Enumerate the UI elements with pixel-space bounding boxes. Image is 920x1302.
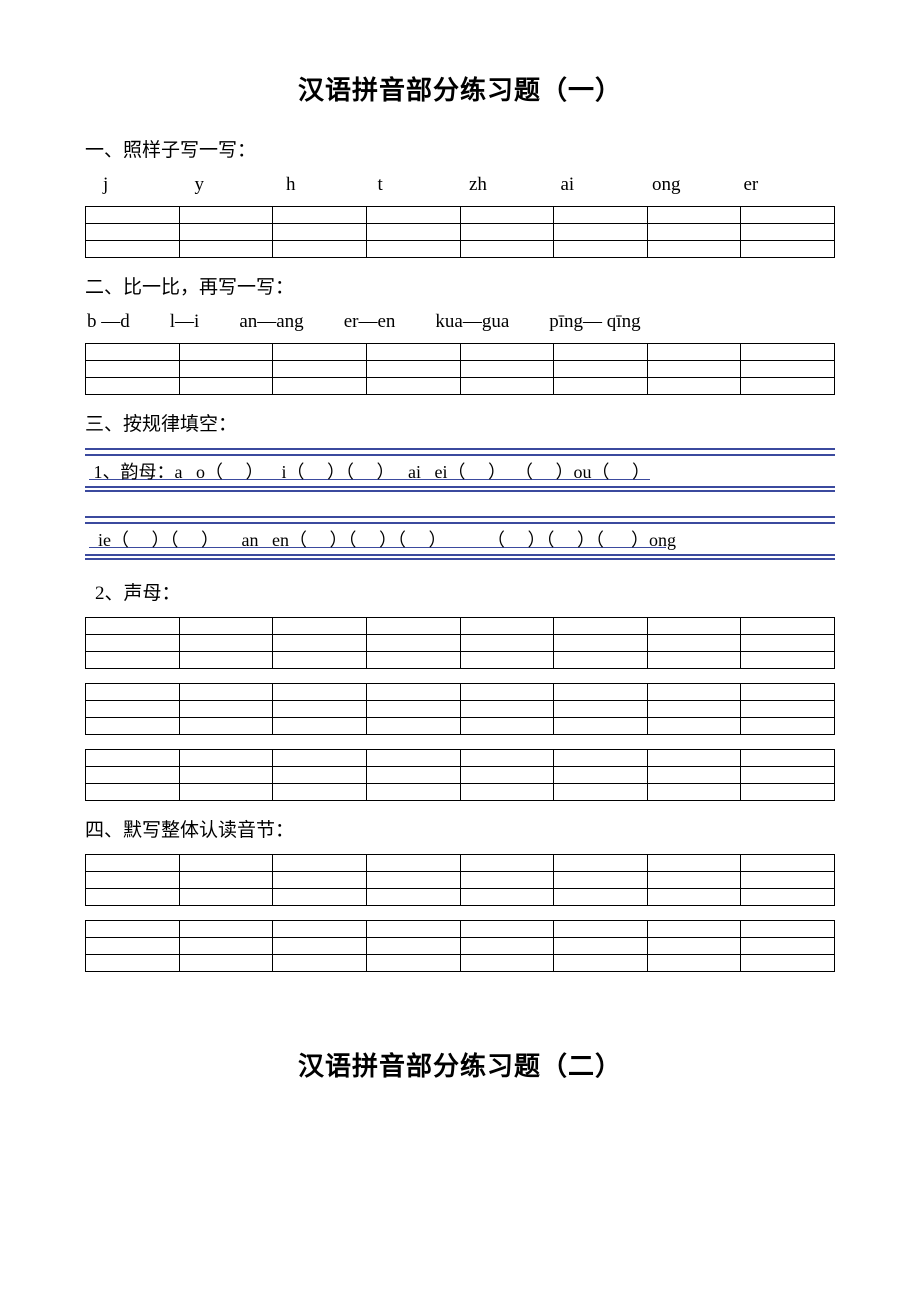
writing-grid-1 — [85, 206, 835, 258]
section-2-pairs: b —d l—i an—ang er—en kua—gua pīng— qīng — [85, 311, 835, 333]
pair-cell: l—i — [170, 311, 200, 333]
writing-grid-3b — [85, 683, 835, 735]
letter-cell: zh — [469, 174, 561, 196]
letter-cell: ong — [652, 174, 744, 196]
writing-grid-4a — [85, 854, 835, 906]
letter-cell: j — [103, 174, 195, 196]
fill-blank-text-1: 1、韵母：a o（ ） i（ ）（ ） ai ei（ ） （ ）ou（ ） — [85, 454, 835, 488]
section-2-heading: 二、比一比，再写一写： — [85, 272, 835, 299]
pair-cell: er—en — [344, 311, 396, 333]
section-4-heading: 四、默写整体认读音节： — [85, 815, 835, 842]
fill-blank-text-2: ie（ ）（ ） an en（ ）（ ）（ ） （ ）（ ）（ ）ong — [85, 522, 835, 556]
page-title-2: 汉语拼音部分练习题（二） — [85, 1046, 835, 1083]
fill-blank-line-1: 1、韵母：a o（ ） i（ ）（ ） ai ei（ ） （ ）ou（ ） — [85, 448, 835, 492]
pair-cell: b —d — [87, 311, 130, 333]
letter-cell: t — [378, 174, 470, 196]
writing-grid-4b — [85, 920, 835, 972]
page-title-1: 汉语拼音部分练习题（一） — [85, 70, 835, 107]
writing-grid-2 — [85, 343, 835, 395]
section-3-heading: 三、按规律填空： — [85, 409, 835, 436]
section-1-letters: j y h t zh ai ong er — [85, 174, 835, 196]
letter-cell: h — [286, 174, 378, 196]
section-3-sub-heading: 2、声母： — [95, 578, 835, 605]
letter-cell: ai — [561, 174, 653, 196]
pair-cell: kua—gua — [435, 311, 509, 333]
writing-grid-3c — [85, 749, 835, 801]
fill-blank-line-2: ie（ ）（ ） an en（ ）（ ）（ ） （ ）（ ）（ ）ong — [85, 516, 835, 560]
letter-cell: er — [744, 174, 836, 196]
pair-cell: an—ang — [239, 311, 303, 333]
letter-cell: y — [195, 174, 287, 196]
writing-grid-3a — [85, 617, 835, 669]
pair-cell: pīng— qīng — [549, 311, 640, 333]
section-1-heading: 一、照样子写一写： — [85, 135, 835, 162]
